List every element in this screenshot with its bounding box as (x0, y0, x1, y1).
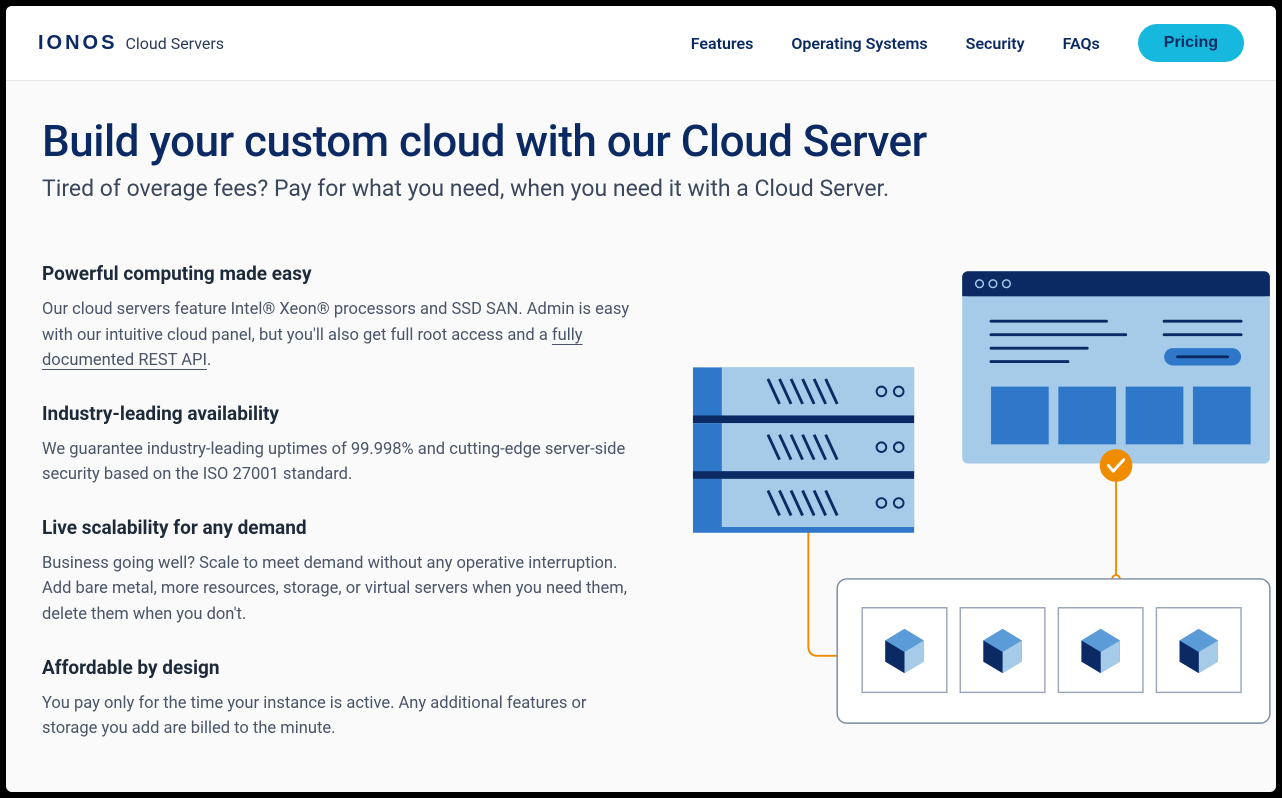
primary-nav: Features Operating Systems Security FAQs… (691, 24, 1244, 62)
nav-operating-systems[interactable]: Operating Systems (791, 34, 927, 53)
feature-list: Powerful computing made easy Our cloud s… (42, 262, 632, 770)
cloud-diagram-icon (652, 252, 1276, 752)
page-title: Build your custom cloud with our Cloud S… (42, 115, 1240, 167)
feature-affordable: Affordable by design You pay only for th… (42, 656, 632, 742)
site-header: IONOS Cloud Servers Features Operating S… (6, 6, 1276, 81)
nav-faqs[interactable]: FAQs (1063, 34, 1100, 53)
feature-body: We guarantee industry-leading uptimes of… (42, 437, 632, 488)
brand-sub: Cloud Servers (125, 34, 224, 53)
main-content: Build your custom cloud with our Cloud S… (6, 81, 1276, 792)
page-subtitle: Tired of overage fees? Pay for what you … (42, 175, 1240, 202)
feature-availability: Industry-leading availability We guarant… (42, 402, 632, 488)
feature-title: Industry-leading availability (42, 402, 632, 425)
brand[interactable]: IONOS Cloud Servers (38, 32, 224, 55)
feature-body: Our cloud servers feature Intel® Xeon® p… (42, 297, 632, 374)
feature-title: Affordable by design (42, 656, 632, 679)
feature-title: Live scalability for any demand (42, 516, 632, 539)
feature-title: Powerful computing made easy (42, 262, 632, 285)
hero-illustration (652, 262, 1240, 770)
nav-features[interactable]: Features (691, 34, 754, 53)
feature-body: Business going well? Scale to meet deman… (42, 551, 632, 628)
feature-body: You pay only for the time your instance … (42, 691, 632, 742)
feature-computing: Powerful computing made easy Our cloud s… (42, 262, 632, 374)
brand-logo: IONOS (38, 32, 117, 55)
nav-security[interactable]: Security (966, 34, 1025, 53)
pricing-button[interactable]: Pricing (1138, 24, 1244, 62)
feature-scalability: Live scalability for any demand Business… (42, 516, 632, 628)
